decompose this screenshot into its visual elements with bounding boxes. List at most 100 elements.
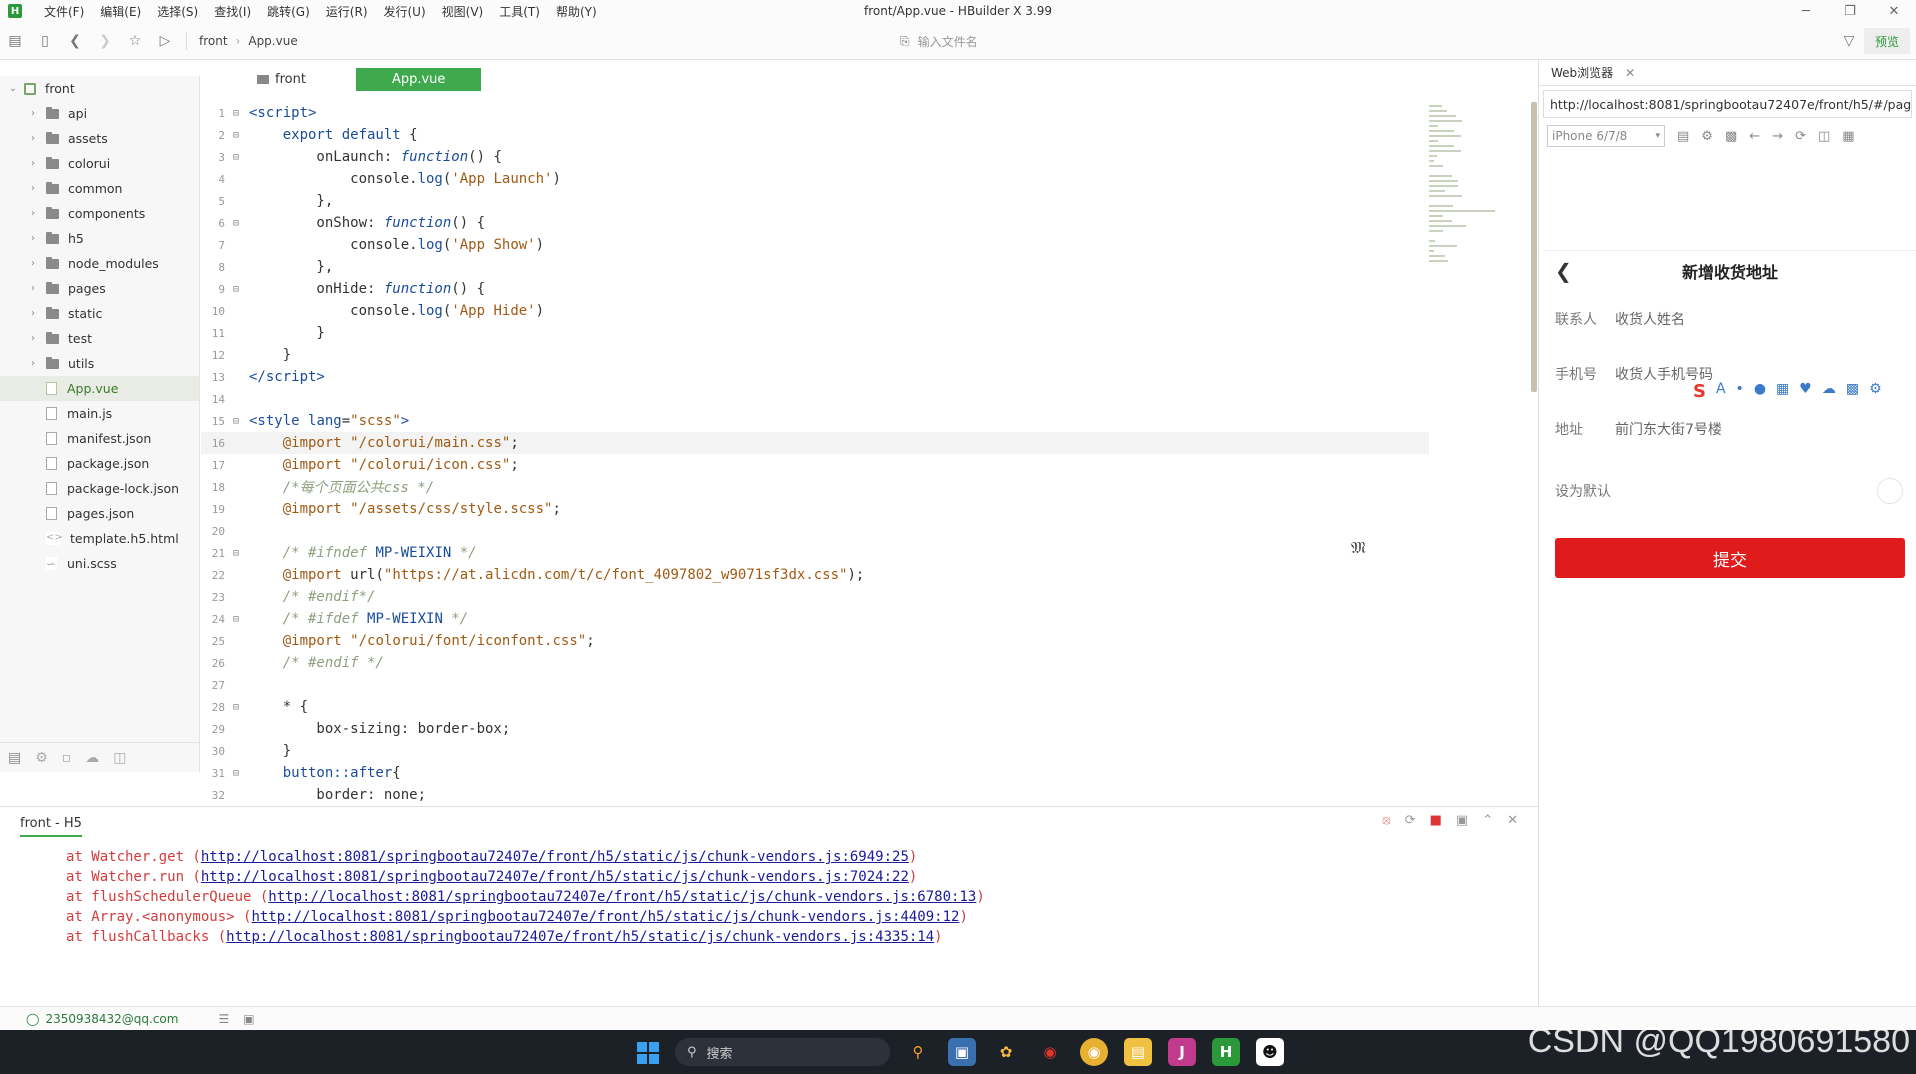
tree-project-root[interactable]: ⌄ front bbox=[0, 76, 199, 101]
browser-tab[interactable]: Web浏览器 bbox=[1551, 64, 1613, 81]
forward-icon[interactable]: ❯ bbox=[90, 26, 120, 56]
tree-file[interactable]: <> template.h5.html bbox=[0, 526, 199, 551]
editor-scrollbar[interactable] bbox=[1531, 102, 1537, 392]
code-line[interactable]: 2 ⊟ export default { bbox=[201, 124, 1429, 146]
terminal-icon[interactable]: ▣ bbox=[243, 1012, 254, 1026]
fold-toggle-icon[interactable]: ⊟ bbox=[229, 284, 243, 295]
editor-tab[interactable]: front bbox=[237, 68, 326, 91]
ime-cloud-icon[interactable]: ☁ bbox=[1822, 381, 1836, 402]
menu-item[interactable]: 工具(T) bbox=[491, 3, 548, 20]
code-line[interactable]: 5 }, bbox=[201, 190, 1429, 212]
stack-link[interactable]: http://localhost:8081/springbootau72407e… bbox=[268, 889, 976, 905]
ime-grid-icon[interactable]: ▩ bbox=[1846, 381, 1859, 402]
code-line[interactable]: 1 ⊟ <script> bbox=[201, 102, 1429, 124]
breadcrumb-project[interactable]: front bbox=[199, 34, 228, 48]
screenshot-icon[interactable]: ▤ bbox=[1677, 129, 1689, 144]
code-line[interactable]: 15 ⊟ <style lang="scss"> bbox=[201, 410, 1429, 432]
stack-link[interactable]: http://localhost:8081/springbootau72407e… bbox=[251, 909, 959, 925]
back-arrow-icon[interactable]: ← bbox=[1749, 129, 1760, 144]
tree-file[interactable]: ∽ uni.scss bbox=[0, 551, 199, 576]
explorer-icon[interactable]: ▤ bbox=[8, 750, 21, 766]
trash-icon[interactable]: ▫ bbox=[62, 750, 72, 766]
hbuilder-taskbar-icon[interactable]: H bbox=[1212, 1038, 1240, 1066]
ime-punct-icon[interactable]: • bbox=[1736, 381, 1744, 402]
device-select[interactable]: iPhone 6/7/8 ▾ bbox=[1547, 125, 1665, 147]
code-line[interactable]: 32 border: none; bbox=[201, 784, 1429, 806]
menu-item[interactable]: 视图(V) bbox=[434, 3, 492, 20]
save-icon[interactable]: ▯ bbox=[30, 26, 60, 56]
ime-skin-icon[interactable]: ♥ bbox=[1799, 381, 1812, 402]
code-line[interactable]: 22 @import url("https://at.alicdn.com/t/… bbox=[201, 564, 1429, 586]
tree-folder-colorui[interactable]: › colorui bbox=[0, 151, 199, 176]
tree-folder-test[interactable]: › test bbox=[0, 326, 199, 351]
code-line[interactable]: 8 }, bbox=[201, 256, 1429, 278]
search-app-icon[interactable]: ⚲ bbox=[904, 1038, 932, 1066]
code-line[interactable]: 10 console.log('App Hide') bbox=[201, 300, 1429, 322]
fold-toggle-icon[interactable]: ⊟ bbox=[229, 416, 243, 427]
tree-file[interactable]: main.js bbox=[0, 401, 199, 426]
restart-icon[interactable]: ⟳ bbox=[1405, 813, 1416, 828]
code-area[interactable]: 1 ⊟ <script> 2 ⊟ export default {3 ⊟ onLaunch… bbox=[201, 102, 1429, 806]
cloud-icon[interactable]: ☁ bbox=[85, 750, 99, 766]
tree-folder-node_modules[interactable]: › node_modules bbox=[0, 251, 199, 276]
menu-item[interactable]: 发行(U) bbox=[376, 3, 434, 20]
tree-file[interactable]: package-lock.json bbox=[0, 476, 199, 501]
address-input[interactable]: 前门东大街7号楼 bbox=[1615, 419, 1722, 439]
tree-file[interactable]: pages.json bbox=[0, 501, 199, 526]
list-icon[interactable]: ☰ bbox=[218, 1012, 229, 1026]
paw-app-icon[interactable]: ✿ bbox=[992, 1038, 1020, 1066]
address-field[interactable]: 地址 前门东大街7号楼 bbox=[1543, 401, 1916, 456]
close-panel-icon[interactable]: ✕ bbox=[1507, 813, 1518, 828]
code-line[interactable]: 26 /* #endif */ bbox=[201, 652, 1429, 674]
account-label[interactable]: 2350938432@qq.com bbox=[45, 1012, 178, 1026]
tree-folder-components[interactable]: › components bbox=[0, 201, 199, 226]
fold-toggle-icon[interactable]: ⊟ bbox=[229, 218, 243, 229]
menu-item[interactable]: 跳转(G) bbox=[259, 3, 318, 20]
minimize-button[interactable]: ─ bbox=[1784, 0, 1828, 22]
code-line[interactable]: 24 ⊟ /* #ifdef MP-WEIXIN */ bbox=[201, 608, 1429, 630]
code-line[interactable]: 6 ⊟ onShow: function() { bbox=[201, 212, 1429, 234]
fold-toggle-icon[interactable]: ⊟ bbox=[229, 614, 243, 625]
back-icon[interactable]: ❮ bbox=[60, 26, 90, 56]
sogou-ime-icon[interactable]: S bbox=[1693, 381, 1706, 402]
menu-item[interactable]: 选择(S) bbox=[149, 3, 206, 20]
console-tab[interactable]: front - H5 bbox=[20, 812, 82, 837]
code-line[interactable]: 31 ⊟ button::after{ bbox=[201, 762, 1429, 784]
submit-button[interactable]: 提交 bbox=[1555, 538, 1905, 578]
code-line[interactable]: 25 @import "/colorui/font/iconfont.css"; bbox=[201, 630, 1429, 652]
qq-icon[interactable]: ☻ bbox=[1256, 1038, 1284, 1066]
bookmark-icon[interactable]: ☆ bbox=[120, 26, 150, 56]
taskbar-search[interactable]: ⚲ 搜索 bbox=[675, 1038, 890, 1066]
code-line[interactable]: 27 bbox=[201, 674, 1429, 696]
tree-folder-assets[interactable]: › assets bbox=[0, 126, 199, 151]
tree-folder-pages[interactable]: › pages bbox=[0, 276, 199, 301]
contact-input[interactable]: 收货人姓名 bbox=[1615, 309, 1685, 329]
code-line[interactable]: 14 bbox=[201, 388, 1429, 410]
filter-icon[interactable]: ▽ bbox=[1834, 26, 1864, 56]
tree-folder-h5[interactable]: › h5 bbox=[0, 226, 199, 251]
code-line[interactable]: 16 @import "/colorui/main.css"; bbox=[201, 432, 1429, 454]
close-button[interactable]: ✕ bbox=[1872, 0, 1916, 22]
tree-file[interactable]: App.vue bbox=[0, 376, 199, 401]
fold-toggle-icon[interactable]: ⊟ bbox=[229, 768, 243, 779]
maximize-icon[interactable]: ▣ bbox=[1456, 813, 1468, 828]
menu-item[interactable]: 编辑(E) bbox=[92, 3, 149, 20]
tree-file[interactable]: manifest.json bbox=[0, 426, 199, 451]
menu-item[interactable]: 查找(I) bbox=[206, 3, 259, 20]
run-icon[interactable]: ▷ bbox=[150, 26, 180, 56]
code-line[interactable]: 9 ⊟ onHide: function() { bbox=[201, 278, 1429, 300]
breadcrumb-file[interactable]: App.vue bbox=[248, 34, 297, 48]
file-search-input[interactable]: ⎘ 输入文件名 bbox=[900, 29, 1460, 53]
close-tab-icon[interactable]: ✕ bbox=[1625, 66, 1635, 80]
ime-keyboard-icon[interactable]: ▦ bbox=[1776, 381, 1789, 402]
code-line[interactable]: 23 /* #endif*/ bbox=[201, 586, 1429, 608]
intellij-icon[interactable]: J bbox=[1168, 1038, 1196, 1066]
stop-icon[interactable]: ■ bbox=[1430, 813, 1442, 828]
windows-start-icon[interactable] bbox=[637, 1042, 659, 1064]
stack-link[interactable]: http://localhost:8081/springbootau72407e… bbox=[201, 869, 909, 885]
devtools-icon[interactable]: ▩ bbox=[1725, 129, 1737, 144]
contact-field[interactable]: 联系人 收货人姓名 bbox=[1543, 291, 1916, 346]
tree-file[interactable]: package.json bbox=[0, 451, 199, 476]
restore-button[interactable]: ❐ bbox=[1828, 0, 1872, 22]
tree-folder-static[interactable]: › static bbox=[0, 301, 199, 326]
